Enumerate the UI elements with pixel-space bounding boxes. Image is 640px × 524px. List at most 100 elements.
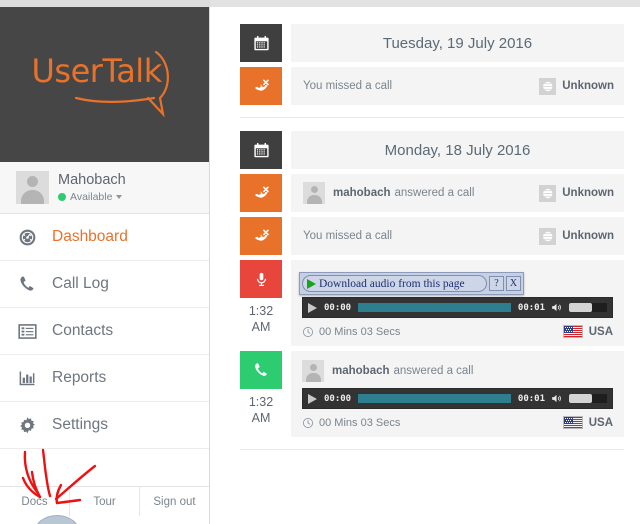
user-avatar-icon (16, 171, 49, 204)
speaker-icon[interactable] (550, 392, 563, 405)
clock-icon (302, 417, 314, 429)
status-dot-icon (58, 192, 66, 201)
sidebar-item-call-log[interactable]: Call Log (0, 261, 209, 308)
duration-label: 00 Mins 03 Secs (319, 416, 401, 429)
activity-feed: Tuesday, 19 July 2016 You missed a call … (211, 7, 640, 450)
user-avatar-icon (302, 360, 324, 382)
us-flag-icon (562, 325, 583, 338)
logo-bubble-icon (74, 50, 169, 118)
sidebar-item-reports[interactable]: Reports (0, 355, 209, 402)
app-root: UserTalk Mahobach Available Dashboard Ca… (0, 0, 640, 524)
sidebar-item-contacts[interactable]: Contacts (0, 308, 209, 355)
duration-label: 00 Mins 03 Secs (319, 325, 401, 338)
entry-user: mahobach (332, 365, 390, 377)
entry-text: You missed a call (303, 80, 393, 92)
user-panel[interactable]: Mahobach Available (0, 162, 209, 214)
download-audio-label: Download audio from this page (319, 277, 465, 290)
globe-icon (539, 184, 557, 202)
caller-label: Unknown (562, 230, 614, 242)
footer-link-docs[interactable]: Docs (0, 487, 70, 516)
phone-icon (17, 274, 47, 294)
entry-time: 1:32 AM (248, 395, 274, 425)
globe-icon (539, 77, 557, 95)
sidebar-item-dashboard[interactable]: Dashboard (0, 214, 209, 261)
region-label: USA (588, 325, 613, 338)
green-play-icon (307, 278, 316, 289)
sidebar-item-label: Settings (52, 416, 109, 433)
download-audio-extension-overlay[interactable]: Download audio from this page ? X (299, 272, 524, 295)
help-icon[interactable]: ? (489, 276, 504, 291)
entry-user: mahobach (333, 187, 391, 199)
sidebar-item-settings[interactable]: Settings (0, 402, 209, 449)
sidebar-item-label: Dashboard (52, 228, 128, 245)
answered-call-card: mahobach answered a call 00:00 00:01 00 … (291, 351, 624, 437)
chevron-down-icon[interactable] (116, 194, 123, 199)
calendar-icon (240, 24, 282, 62)
missed-call-icon (240, 174, 282, 212)
group-divider (240, 117, 624, 118)
caller-label: Unknown (562, 187, 614, 199)
progress-bar[interactable] (358, 303, 511, 312)
card-footer: 00 Mins 03 Secs USA (302, 416, 613, 429)
calendar-icon (240, 131, 282, 169)
bottom-partial-widget (34, 515, 80, 524)
card-footer: 00 Mins 03 Secs USA (302, 325, 613, 338)
duration-time: 00:01 (517, 393, 545, 404)
date-group-header: Monday, 18 July 2016 (240, 131, 624, 169)
sidebar-item-label: Reports (52, 369, 107, 386)
feed-row-answered[interactable]: 1:32 AM mahobach answered a call 00:00 0… (240, 351, 624, 437)
globe-icon (539, 227, 557, 245)
footer-link-sign-out[interactable]: Sign out (140, 487, 209, 516)
user-status-label: Available (70, 190, 113, 203)
entry-header: mahobach answered a call (302, 360, 613, 382)
logo-panel: UserTalk (0, 7, 209, 162)
caller-label: Unknown (562, 80, 614, 92)
missed-call-icon (240, 67, 282, 105)
date-label: Tuesday, 19 July 2016 (291, 24, 624, 62)
entry-time: 1:32 AM (248, 304, 274, 334)
user-name: Mahobach (58, 172, 126, 189)
sidebar-footer: Docs Tour Sign out (0, 486, 209, 516)
main-content: Tuesday, 19 July 2016 You missed a call … (211, 7, 640, 524)
clock-icon (302, 326, 314, 338)
microphone-icon (240, 260, 282, 298)
current-time: 00:00 (324, 302, 352, 313)
feed-row[interactable]: You missed a call Unknown (240, 67, 624, 105)
feed-row[interactable]: You missed a call Unknown (240, 217, 624, 255)
audio-player[interactable]: 00:00 00:01 (302, 297, 613, 318)
play-icon[interactable] (308, 302, 317, 313)
sidebar: UserTalk Mahobach Available Dashboard Ca… (0, 7, 210, 524)
progress-bar[interactable] (358, 394, 511, 403)
date-group-header: Tuesday, 19 July 2016 (240, 24, 624, 62)
feed-entry[interactable]: You missed a call Unknown (291, 217, 624, 255)
entry-text: answered a call (393, 365, 474, 377)
missed-call-icon (240, 217, 282, 255)
us-flag-icon (562, 416, 583, 429)
feed-entry[interactable]: mahobach answered a call Unknown (291, 174, 624, 212)
date-label: Monday, 18 July 2016 (291, 131, 624, 169)
sidebar-nav: Dashboard Call Log Contacts Reports Sett… (0, 214, 209, 449)
volume-slider[interactable] (569, 303, 607, 312)
play-icon[interactable] (308, 393, 317, 404)
close-icon[interactable]: X (506, 276, 521, 291)
feed-entry[interactable]: You missed a call Unknown (291, 67, 624, 105)
list-icon (17, 321, 47, 342)
footer-link-tour[interactable]: Tour (70, 487, 140, 516)
region-label: USA (588, 416, 613, 429)
entry-text: answered a call (394, 187, 475, 199)
user-avatar-icon (303, 182, 325, 204)
current-time: 00:00 (324, 393, 352, 404)
browser-top-strip-right (210, 0, 640, 7)
phone-icon (240, 351, 282, 389)
feed-row[interactable]: mahobach answered a call Unknown (240, 174, 624, 212)
duration-time: 00:01 (517, 302, 545, 313)
speaker-icon[interactable] (550, 301, 563, 314)
gauge-icon (17, 227, 47, 248)
group-divider (240, 449, 624, 450)
download-audio-button[interactable]: Download audio from this page (302, 275, 487, 292)
volume-slider[interactable] (569, 394, 607, 403)
user-status[interactable]: Available (58, 191, 126, 203)
feed-row-voicemail[interactable]: 1:32 AM You received a voicemail 00:00 (240, 260, 624, 346)
sidebar-item-label: Call Log (52, 275, 109, 292)
audio-player[interactable]: 00:00 00:01 (302, 388, 613, 409)
